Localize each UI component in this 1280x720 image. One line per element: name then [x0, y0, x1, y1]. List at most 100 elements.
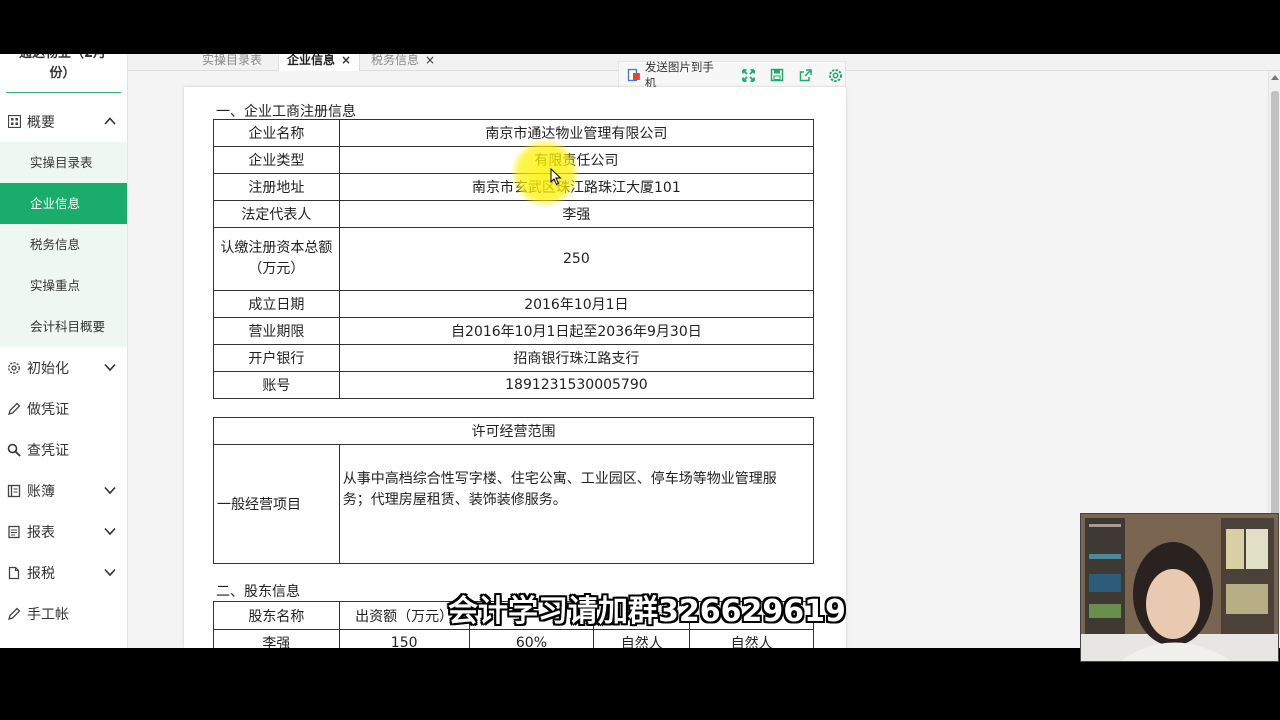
cell: 自然人 [593, 629, 691, 648]
report-icon [7, 525, 21, 539]
chevron-down-icon[interactable] [103, 483, 117, 497]
divider [6, 92, 121, 93]
sidebar-subitem-accounts[interactable]: 会计科目概要 [0, 306, 127, 347]
scope-value-line2: 务；代理房屋租赁、装饰装修服务。 [342, 492, 567, 508]
sidebar-item-overview[interactable]: 概要 [0, 101, 127, 142]
table-row: 成立日期 2016年10月1日 [213, 290, 815, 318]
pencil-icon [7, 607, 21, 621]
send-to-phone-button[interactable]: 发送图片到手机 [627, 60, 725, 90]
save-icon[interactable] [768, 65, 788, 85]
scope-label: 一般经营项目 [213, 444, 340, 564]
row-value: 南京市玄武区珠江路珠江大厦101 [338, 173, 815, 201]
table-row: 企业类型 有限责任公司 [213, 146, 815, 174]
document-page: 一、企业工商注册信息 企业名称 南京市通达物业管理有限公司 企业类型 有限责任公… [184, 87, 846, 648]
row-value: 1891231530005790 [338, 371, 815, 399]
close-icon[interactable]: × [425, 54, 435, 67]
chevron-down-icon[interactable] [103, 524, 117, 538]
row-value: 南京市通达物业管理有限公司 [338, 119, 815, 147]
row-value: 2016年10月1日 [338, 290, 815, 318]
toolbar: 发送图片到手机 [618, 60, 846, 90]
row-label-line2: （万元） [248, 261, 305, 277]
sidebar-item-label: 账簿 [27, 483, 55, 500]
webcam-overlay [1080, 513, 1279, 662]
company-name: 通达物业（2月 份） [0, 54, 125, 84]
table-row: 许可经营范围 [213, 417, 814, 445]
subtitle-caption: 会计学习请加群326629619 [448, 594, 846, 629]
search-icon [7, 443, 21, 457]
tab-catalog[interactable]: 实操目录表 [202, 54, 262, 70]
book-icon [7, 484, 21, 498]
row-label-line1: 认缴注册资本总额 [220, 240, 333, 256]
sidebar-item-init[interactable]: 初始化 [0, 347, 127, 388]
sidebar-item-make-voucher[interactable]: 做凭证 [0, 388, 127, 429]
table-row: 法定代表人 李强 [213, 200, 815, 228]
sidebar-item-reports[interactable]: 报表 [0, 511, 127, 552]
document-icon [7, 566, 21, 580]
sidebar-subitem-key-points[interactable]: 实操重点 [0, 265, 127, 306]
sidebar-subitem-company-info[interactable]: 企业信息 [0, 183, 127, 224]
table-row: 营业期限 自2016年10月1日起至2036年9月30日 [213, 317, 815, 345]
scroll-up-icon[interactable] [1271, 75, 1279, 80]
mouse-pointer-icon [550, 168, 562, 186]
company-name-line1: 通达物业（2月 [0, 54, 125, 64]
row-label: 企业类型 [213, 146, 340, 174]
sidebar-item-label: 手工帐 [27, 606, 69, 623]
table-row: 开户银行 招商银行珠江路支行 [213, 344, 815, 372]
table-row: 注册地址 南京市玄武区珠江路珠江大厦101 [213, 173, 815, 201]
cell: 60% [468, 629, 595, 648]
section2-title: 二、股东信息 [216, 584, 300, 600]
scope-value-line1: 从事中高档综合性写字楼、住宅公寓、工业园区、停车场等物业管理服 [342, 471, 777, 487]
cell: 自然人 [689, 629, 814, 648]
sidebar-item-label: 报税 [27, 565, 55, 582]
chevron-down-icon[interactable] [103, 360, 117, 374]
row-label: 企业名称 [213, 119, 340, 147]
chevron-up-icon[interactable] [103, 114, 117, 128]
sidebar-item-manual-ledger[interactable]: 手工帐 [0, 593, 127, 634]
sidebar-item-label: 初始化 [27, 360, 69, 377]
close-icon[interactable]: × [341, 54, 351, 67]
presenter-video-icon [1081, 514, 1278, 661]
row-label: 成立日期 [213, 290, 340, 318]
table-row: 李强 150 60% 自然人 自然人 [213, 629, 814, 648]
row-label: 账号 [213, 371, 340, 399]
export-icon[interactable] [796, 65, 816, 85]
sidebar-item-ledger[interactable]: 账簿 [0, 470, 127, 511]
sidebar-subitem-catalog[interactable]: 实操目录表 [0, 142, 127, 183]
scope-value: 从事中高档综合性写字楼、住宅公寓、工业园区、停车场等物业管理服 务；代理房屋租赁… [338, 444, 815, 564]
sidebar-item-label: 概要 [27, 114, 55, 131]
tab-label: 税务信息 [371, 54, 420, 67]
sidebar-item-query-voucher[interactable]: 查凭证 [0, 429, 127, 470]
sidebar-item-label: 查凭证 [27, 442, 69, 459]
chevron-down-icon[interactable] [103, 565, 117, 579]
registration-table: 企业名称 南京市通达物业管理有限公司 企业类型 有限责任公司 注册地址 南京市玄… [213, 119, 815, 399]
sidebar-menu: 概要 实操目录表 企业信息 税务信息 实操重点 会计科目概要 初始化 做凭证 查… [0, 101, 127, 634]
table-row: 一般经营项目 从事中高档综合性写字楼、住宅公寓、工业园区、停车场等物业管理服 务… [213, 444, 815, 564]
grid-icon [7, 115, 21, 129]
tab-company-info[interactable]: 企业信息 × [278, 54, 361, 71]
row-label: 开户银行 [213, 344, 340, 372]
sidebar-subitem-tax-info[interactable]: 税务信息 [0, 224, 127, 265]
row-value: 自2016年10月1日起至2036年9月30日 [338, 317, 815, 345]
row-label: 认缴注册资本总额 （万元） [213, 227, 340, 291]
cell: 李强 [213, 629, 340, 648]
row-value: 李强 [338, 200, 815, 228]
row-label: 营业期限 [213, 317, 340, 345]
tab-label: 企业信息 [287, 54, 336, 67]
sidebar-item-tax-filing[interactable]: 报税 [0, 552, 127, 593]
table-row: 认缴注册资本总额 （万元） 250 [213, 227, 815, 291]
table-row: 账号 1891231530005790 [213, 371, 815, 399]
section1-title: 一、企业工商注册信息 [216, 104, 356, 120]
header-cell: 股东名称 [213, 601, 340, 630]
gear-icon [7, 361, 21, 375]
row-value: 有限责任公司 [338, 146, 815, 174]
pencil-icon [7, 402, 21, 416]
expand-icon[interactable] [739, 65, 759, 85]
scope-header: 许可经营范围 [213, 417, 814, 445]
sidebar: 通达物业（2月 份） 概要 实操目录表 企业信息 税务信息 实操重点 会计科目概… [0, 54, 128, 648]
row-label: 注册地址 [213, 173, 340, 201]
settings-icon[interactable] [825, 65, 845, 85]
cell: 150 [338, 629, 470, 648]
tab-tax-info[interactable]: 税务信息 × [371, 54, 435, 70]
company-name-line2: 份） [49, 66, 76, 81]
row-value: 250 [338, 227, 815, 291]
